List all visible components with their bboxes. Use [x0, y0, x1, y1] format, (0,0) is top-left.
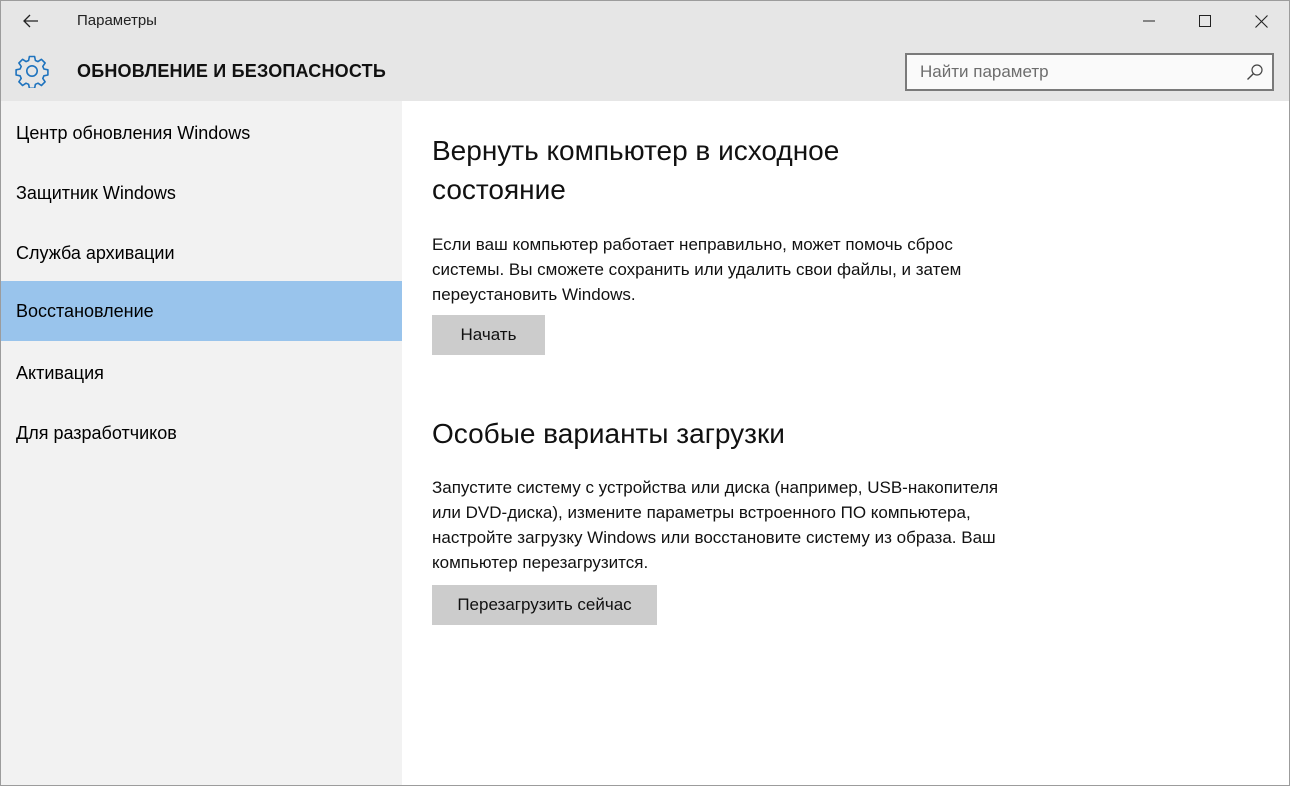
reset-start-button[interactable]: Начать: [432, 315, 545, 355]
reset-section-description: Если ваш компьютер работает неправильно,…: [432, 235, 962, 304]
restart-now-button[interactable]: Перезагрузить сейчас: [432, 585, 657, 625]
search-icon[interactable]: [1246, 63, 1264, 81]
maximize-button[interactable]: [1177, 1, 1233, 41]
main-content: Вернуть компьютер в исходное состояние Е…: [402, 101, 1289, 785]
advanced-startup-title: Особые варианты загрузки: [432, 418, 785, 449]
app-title: Параметры: [77, 12, 157, 29]
section-title: ОБНОВЛЕНИЕ И БЕЗОПАСНОСТЬ: [77, 61, 386, 81]
sidebar-item-windows-defender[interactable]: Защитник Windows: [1, 163, 402, 223]
advanced-startup-description: Запустите систему с устройства или диска…: [432, 478, 999, 572]
minimize-icon: [1143, 20, 1155, 22]
search-box[interactable]: [905, 53, 1274, 91]
sidebar-item-developers[interactable]: Для разработчиков: [1, 403, 402, 463]
close-button[interactable]: [1233, 1, 1289, 41]
settings-window: Параметры ОБНОВЛЕНИЕ И БЕЗОПАСНОСТЬ Найт…: [0, 0, 1290, 786]
sidebar-item-windows-update[interactable]: Центр обновления Windows: [1, 103, 402, 163]
search-input[interactable]: [907, 55, 1237, 89]
maximize-icon: [1199, 15, 1211, 27]
back-arrow-icon: [23, 14, 38, 28]
sidebar-item-recovery[interactable]: Восстановление: [1, 281, 402, 341]
sidebar-item-activation[interactable]: Активация: [1, 343, 402, 403]
minimize-button[interactable]: [1121, 1, 1177, 41]
sidebar-item-backup[interactable]: Служба архивации: [1, 223, 402, 283]
reset-section-title: Вернуть компьютер в исходное состояние: [432, 135, 840, 205]
back-button[interactable]: [1, 1, 61, 41]
settings-header: ОБНОВЛЕНИЕ И БЕЗОПАСНОСТЬ: [1, 41, 1289, 101]
close-icon: [1254, 14, 1268, 28]
gear-icon: [15, 55, 49, 88]
title-bar: Параметры: [1, 1, 1289, 41]
sidebar: Центр обновления Windows Защитник Window…: [1, 101, 402, 785]
